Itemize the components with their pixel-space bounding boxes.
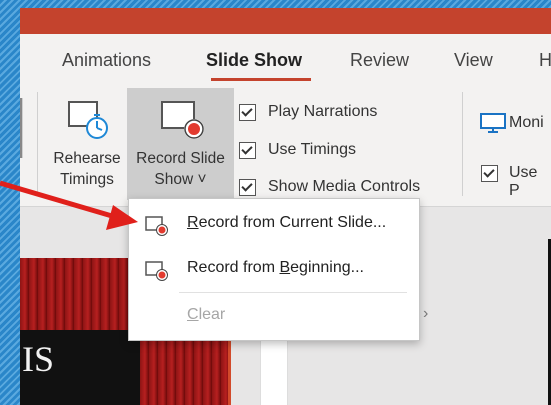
clear-label: Clear (187, 306, 226, 323)
use-timings-checkbox[interactable] (239, 142, 256, 159)
record-slide-icon (145, 216, 168, 236)
active-tab-underline (211, 78, 311, 81)
tab-view[interactable]: View (454, 50, 493, 71)
use-timings-label: Use Timings (268, 141, 357, 158)
rehearse-label-line2: Timings (60, 171, 114, 188)
record-dropdown-menu: Record from Current Slide... Record from… (128, 198, 428, 341)
ribbon-tab-bar: Animations Slide Show Review View H (20, 34, 551, 84)
tab-animations[interactable]: Animations (62, 50, 151, 71)
tab-home-partial[interactable]: H (539, 50, 551, 71)
record-from-beginning-label: Record from Beginning... (187, 259, 364, 276)
record-slide-icon (145, 261, 168, 281)
ribbon-group-edge (20, 98, 23, 158)
use-presenter-view-label: Use P (509, 164, 538, 199)
title-bar (20, 8, 551, 34)
menu-separator (179, 292, 407, 293)
record-slide-show-button[interactable]: Record Slide Show ˅ (127, 88, 234, 200)
show-media-controls-checkbox[interactable] (239, 179, 256, 196)
tab-review[interactable]: Review (350, 50, 409, 71)
ribbon-separator-2 (462, 92, 463, 196)
monitor-icon (480, 113, 506, 133)
record-slide-icon (161, 101, 204, 139)
slide-thumbnail-title: IS (22, 339, 55, 379)
rehearse-timings-icon (68, 101, 108, 139)
chevron-right-icon: › (423, 305, 429, 322)
play-narrations-checkbox[interactable] (239, 104, 256, 121)
ribbon-separator (37, 92, 38, 196)
play-narrations-label: Play Narrations (268, 103, 378, 120)
record-from-beginning-item[interactable]: Record from Beginning... (129, 250, 419, 290)
record-from-current-slide-label: Record from Current Slide... (187, 214, 387, 231)
record-label-line2: Show ˅ (154, 171, 207, 188)
rehearse-label-line1: Rehearse (53, 150, 121, 167)
rehearse-timings-button[interactable]: Rehearse Timings (49, 88, 125, 200)
record-label-line1: Record Slide (136, 150, 225, 167)
slide-show-ribbon: Rehearse Timings Record Slide Show ˅ Pla… (20, 84, 551, 207)
tab-slide-show[interactable]: Slide Show (206, 50, 302, 71)
use-presenter-view-checkbox[interactable] (481, 165, 498, 182)
record-from-current-slide-item[interactable]: Record from Current Slide... (129, 205, 419, 245)
monitor-label[interactable]: Moni (509, 114, 544, 132)
clear-submenu-item[interactable]: Clear (129, 297, 419, 337)
powerpoint-window: Animations Slide Show Review View H Rehe… (20, 8, 551, 405)
show-media-controls-label: Show Media Controls (268, 178, 421, 195)
